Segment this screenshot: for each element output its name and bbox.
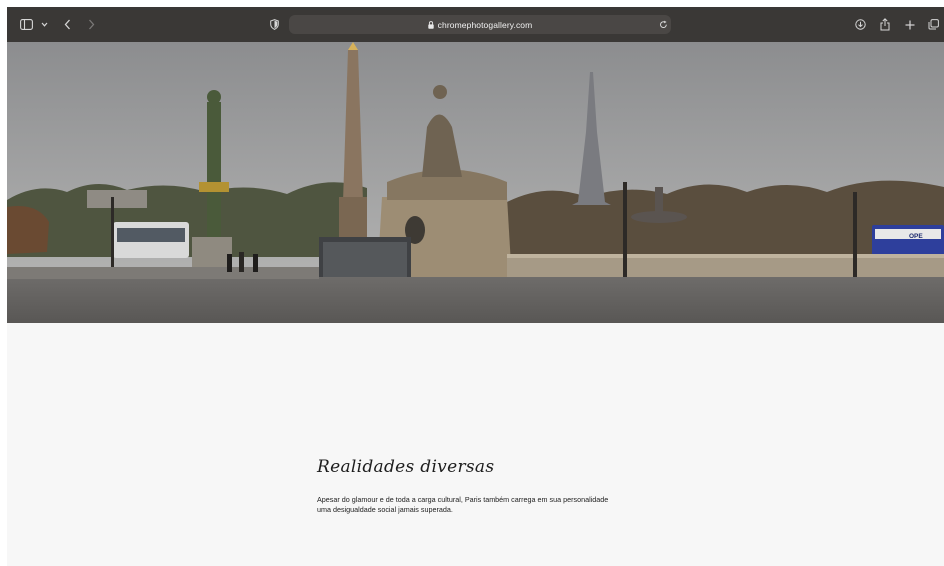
chevron-down-icon[interactable] <box>39 7 49 42</box>
article-section: Realidades diversas Apesar do glamour e … <box>7 323 944 566</box>
article-paragraph-line: Apesar do glamour e de toda a carga cult… <box>317 495 609 504</box>
browser-window: chromephotogallery.com OPE Realidades di… <box>7 7 944 566</box>
hero-photo: OPE <box>7 42 944 323</box>
bus-sign: OPE <box>909 233 923 240</box>
chevron-right-icon[interactable] <box>84 7 98 42</box>
address-bar[interactable]: chromephotogallery.com <box>289 15 671 34</box>
address-url: chromephotogallery.com <box>437 19 533 30</box>
plus-icon[interactable] <box>903 7 917 42</box>
article-title: Realidades diversas <box>317 457 495 477</box>
shield-icon[interactable] <box>267 7 281 42</box>
tabs-overview-icon[interactable] <box>926 7 940 42</box>
sidebar-icon[interactable] <box>17 7 35 42</box>
share-icon[interactable] <box>878 7 892 42</box>
chevron-left-icon[interactable] <box>60 7 74 42</box>
article-paragraph-line: uma desigualdade social jamais superada. <box>317 505 453 514</box>
lock-icon <box>427 20 434 29</box>
browser-toolbar: chromephotogallery.com <box>7 7 944 42</box>
download-icon[interactable] <box>853 7 867 42</box>
article-paragraph: Apesar do glamour e de toda a carga cult… <box>317 495 677 515</box>
reload-icon[interactable] <box>657 15 669 34</box>
